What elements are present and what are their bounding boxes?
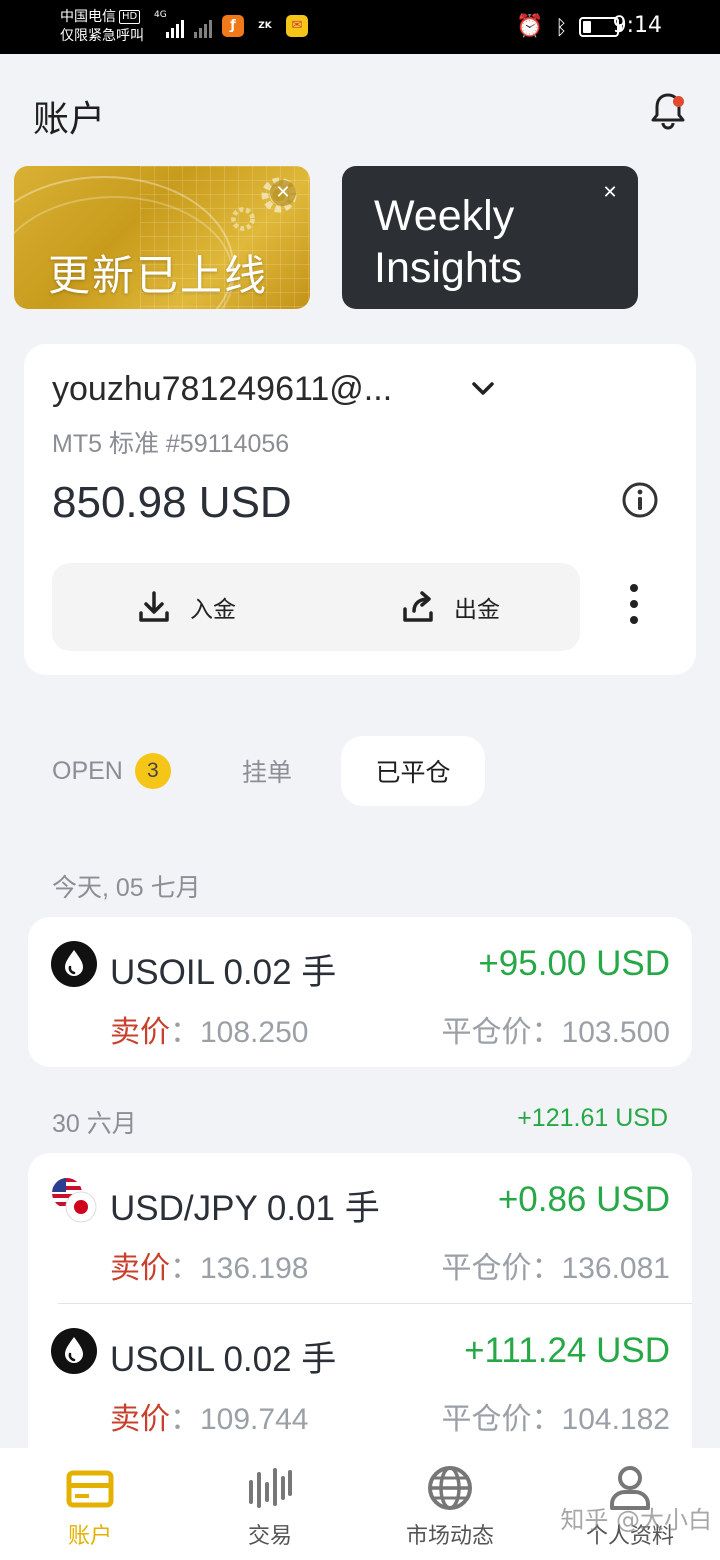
- nav-account-label: 账户: [67, 1524, 112, 1549]
- bluetooth-icon: ᛒ: [555, 14, 568, 39]
- date-group-total: +121.61 USD: [517, 1104, 668, 1132]
- account-subtitle: MT5 标准 #59114056: [52, 430, 290, 458]
- sell-price: 卖价：109.744: [110, 1394, 308, 1438]
- watermark: 知乎 @大小白: [560, 1506, 712, 1534]
- trade-symbol: USOIL 0.02 手: [110, 1340, 337, 1379]
- close-price: 平仓价：103.500: [442, 1007, 670, 1051]
- emergency-text: 仅限紧急呼叫: [60, 28, 144, 44]
- system-icons: ⏰ ᛒ: [516, 14, 623, 39]
- funds-action-bar: 入金 出金: [52, 563, 580, 651]
- trade-card: USOIL 0.02 手 +95.00 USD 卖价：108.250 平仓价：1…: [28, 917, 692, 1067]
- sell-value: 108.250: [200, 1016, 309, 1049]
- withdraw-button[interactable]: 出金: [400, 563, 500, 651]
- update-banner-text: 更新已上线: [48, 251, 269, 300]
- wallet-icon: [66, 1470, 114, 1508]
- network-type: 4G: [154, 10, 167, 20]
- candles-icon: [249, 1468, 292, 1508]
- date-group-label: 今天, 05 七月: [52, 874, 201, 902]
- alarm-icon: ⏰: [516, 14, 544, 39]
- close-value: 136.081: [561, 1252, 670, 1285]
- trade-row[interactable]: USOIL 0.02 手 +95.00 USD 卖价：108.250 平仓价：1…: [28, 917, 692, 1067]
- chevron-down-icon[interactable]: [468, 374, 498, 404]
- carrier-info: 中国电信 HD 仅限紧急呼叫: [60, 8, 144, 46]
- sell-value: 109.744: [200, 1403, 309, 1436]
- update-banner[interactable]: 更新已上线 ✕: [14, 166, 310, 309]
- sell-label: 卖价: [110, 1403, 170, 1436]
- colon: ：: [531, 1016, 562, 1049]
- signal-icon: 4G: [154, 10, 212, 38]
- close-value: 103.500: [561, 1016, 670, 1049]
- notification-bell-icon[interactable]: [648, 90, 688, 130]
- trade-symbol: USOIL 0.02 手: [110, 953, 337, 992]
- close-label: 平仓价: [441, 1252, 532, 1285]
- trade-symbol: USD/JPY 0.01 手: [110, 1189, 380, 1228]
- globe-icon: [428, 1466, 472, 1510]
- weekly-insights-text: Weekly Insights: [374, 190, 522, 294]
- notification-apps: ƒ ZK ✉: [222, 15, 308, 37]
- deposit-button[interactable]: 入金: [136, 563, 236, 651]
- nav-market-label: 市场动态: [405, 1524, 494, 1549]
- withdraw-label: 出金: [454, 597, 500, 623]
- sell-price: 卖价：136.198: [110, 1243, 308, 1287]
- nav-trade-label: 交易: [247, 1524, 292, 1549]
- tab-open[interactable]: OPEN 3: [52, 736, 171, 806]
- close-label: 平仓价: [441, 1016, 532, 1049]
- tab-closed[interactable]: 已平仓: [341, 736, 485, 806]
- download-icon: [139, 591, 169, 622]
- carrier-name: 中国电信: [60, 9, 116, 25]
- sell-label: 卖价: [110, 1016, 170, 1049]
- close-label: 平仓价: [441, 1403, 532, 1436]
- close-icon[interactable]: ✕: [270, 180, 296, 206]
- account-card: youzhu781249611@... MT5 标准 #59114056 850…: [24, 344, 696, 675]
- trade-row[interactable]: USD/JPY 0.01 手 +0.86 USD 卖价：136.198 平仓价：…: [28, 1153, 692, 1303]
- nav-account[interactable]: 账户: [0, 1448, 180, 1560]
- colon: ：: [170, 1403, 200, 1436]
- colon: ：: [531, 1252, 562, 1285]
- close-price: 平仓价：104.182: [442, 1394, 670, 1438]
- close-value: 104.182: [561, 1403, 670, 1436]
- trade-card: USD/JPY 0.01 手 +0.86 USD 卖价：136.198 平仓价：…: [28, 1153, 692, 1448]
- trade-profit: +95.00 USD: [478, 944, 670, 983]
- clock: 9:14: [612, 13, 662, 38]
- oil-drop-icon: [51, 941, 97, 987]
- app-icon-zk: ZK: [258, 21, 272, 31]
- colon: ：: [531, 1403, 562, 1436]
- status-bar: 中国电信 HD 仅限紧急呼叫 4G ƒ ZK ✉ ⏰ ᛒ 9:14: [0, 0, 720, 54]
- tab-pending[interactable]: 挂单: [242, 736, 292, 806]
- account-balance: 850.98 USD: [52, 478, 292, 527]
- weekly-line2: Insights: [374, 244, 523, 292]
- sell-price: 卖价：108.250: [110, 1007, 308, 1051]
- page-title: 账户: [33, 99, 106, 140]
- share-out-icon: [403, 591, 433, 622]
- date-group-label: 30 六月: [52, 1110, 137, 1138]
- app-icon-orange: ƒ: [222, 15, 244, 37]
- info-icon[interactable]: [621, 481, 659, 519]
- tab-open-label: OPEN: [52, 756, 123, 785]
- hd-badge: HD: [119, 10, 141, 24]
- weekly-line1: Weekly: [374, 192, 515, 240]
- sell-label: 卖价: [110, 1252, 170, 1285]
- trade-profit: +111.24 USD: [464, 1331, 670, 1370]
- notification-dot: [673, 96, 684, 107]
- account-email[interactable]: youzhu781249611@...: [52, 370, 437, 409]
- close-icon[interactable]: ✕: [597, 180, 623, 206]
- weekly-insights-banner[interactable]: Weekly Insights ✕: [342, 166, 638, 309]
- sell-value: 136.198: [200, 1252, 309, 1285]
- close-price: 平仓价：136.081: [442, 1243, 670, 1287]
- nav-market[interactable]: 市场动态: [360, 1448, 540, 1560]
- nav-trade[interactable]: 交易: [180, 1448, 360, 1560]
- colon: ：: [170, 1252, 200, 1285]
- trade-row[interactable]: USOIL 0.02 手 +111.24 USD 卖价：109.744 平仓价：…: [51, 1303, 692, 1448]
- open-count-badge: 3: [134, 753, 171, 789]
- deposit-label: 入金: [190, 597, 236, 623]
- oil-drop-icon: [51, 1328, 97, 1374]
- mail-icon: ✉: [286, 15, 308, 37]
- gear-icon-small: [231, 207, 255, 231]
- colon: ：: [170, 1016, 200, 1049]
- trade-profit: +0.86 USD: [497, 1180, 670, 1219]
- usd-jpy-flags-icon: [52, 1178, 97, 1223]
- more-options-icon[interactable]: [624, 584, 644, 632]
